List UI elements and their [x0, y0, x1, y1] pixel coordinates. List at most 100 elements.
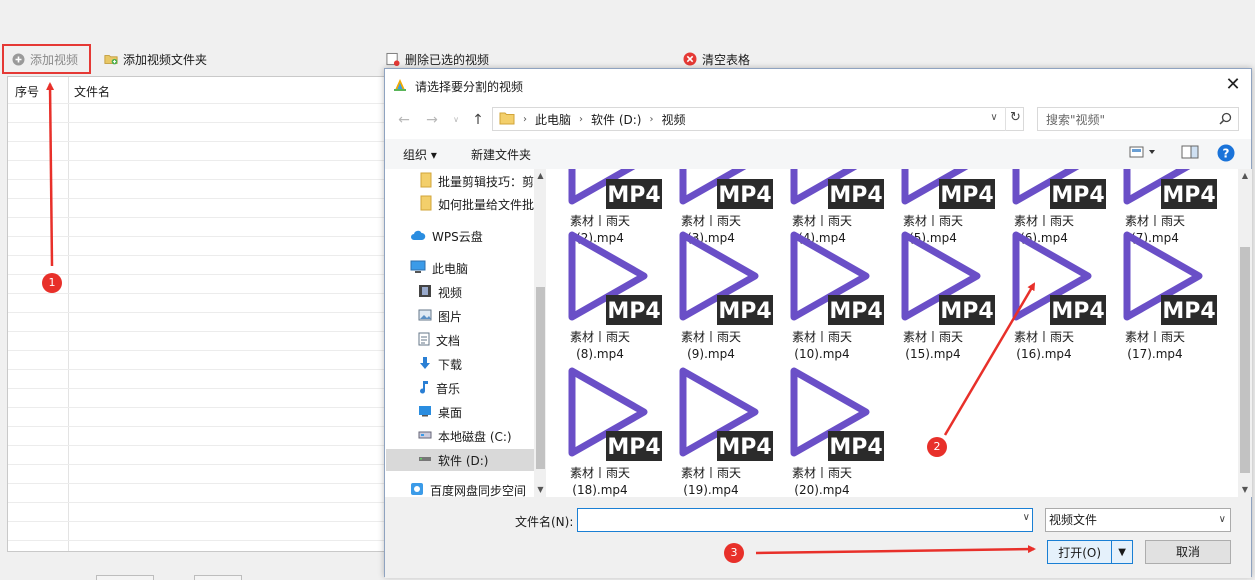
row-divider: [8, 217, 396, 218]
nav-label: 批量剪辑技巧：剪: [438, 174, 534, 189]
cancel-button[interactable]: 取消: [1145, 540, 1231, 564]
file-item[interactable]: MP4 素材丨雨天 (19).mp4: [659, 365, 773, 497]
nav-item-drive-d[interactable]: 软件 (D:): [386, 449, 534, 471]
open-button[interactable]: 打开(O) ▼: [1047, 540, 1133, 564]
mp4-play-icon: MP4: [901, 231, 995, 325]
organize-menu[interactable]: 组织 ▾: [403, 146, 437, 163]
row-divider: [8, 350, 396, 351]
open-dropdown-icon[interactable]: ▼: [1112, 547, 1132, 558]
scroll-down-icon[interactable]: ▼: [534, 485, 546, 494]
computer-icon: [410, 260, 426, 277]
new-folder-button[interactable]: 新建文件夹: [471, 146, 531, 163]
file-item[interactable]: MP4 素材丨雨天 (9).mp4: [659, 229, 773, 365]
nav-item-wps-cloud[interactable]: WPS云盘: [386, 225, 534, 247]
row-divider: [8, 122, 396, 123]
file-item[interactable]: MP4 素材丨雨天 (17).mp4: [1103, 229, 1217, 365]
baidu-cloud-icon: [410, 482, 424, 498]
address-bar[interactable]: › 此电脑 › 软件 (D:) › 视频: [492, 107, 1024, 131]
filename-input[interactable]: ∨: [577, 508, 1033, 532]
nav-item-quick-folder-1[interactable]: 批量剪辑技巧：剪: [386, 170, 534, 192]
forward-arrow-icon[interactable]: →: [423, 110, 441, 130]
mp4-badge: MP4: [829, 299, 882, 324]
file-name-line1: 素材丨雨天: [1013, 214, 1074, 228]
breadcrumb-drive-d[interactable]: 软件 (D:): [591, 111, 641, 128]
nav-item-documents[interactable]: 文档: [386, 329, 534, 351]
nav-label: 如何批量给文件批: [438, 197, 534, 212]
file-list-view[interactable]: MP4 素材丨雨天 (2).mp4 MP4 素材丨雨天 (3).mp4 MP4 素材丨雨天 (4…: [548, 169, 1236, 497]
mp4-play-icon: MP4: [568, 367, 662, 461]
navigation-pane[interactable]: 批量剪辑技巧：剪 如何批量给文件批 WPS云盘 此电脑 视频 图片 文档 下载: [386, 169, 546, 497]
up-arrow-icon[interactable]: ↑: [469, 110, 487, 130]
scroll-up-icon[interactable]: ▲: [1238, 171, 1252, 180]
mp4-play-icon: MP4: [790, 169, 884, 209]
back-arrow-icon[interactable]: ←: [395, 110, 413, 130]
file-item[interactable]: MP4 素材丨雨天 (20).mp4: [770, 365, 884, 497]
nav-item-this-pc[interactable]: 此电脑: [386, 257, 534, 279]
row-divider: [8, 521, 396, 522]
column-header-index: 序号: [15, 85, 40, 99]
mp4-badge: MP4: [1051, 299, 1104, 324]
breadcrumb-this-pc[interactable]: 此电脑: [535, 111, 571, 128]
scroll-up-icon[interactable]: ▲: [534, 171, 546, 180]
row-divider: [8, 255, 396, 256]
mp4-play-icon: MP4: [679, 231, 773, 325]
close-icon[interactable]: ✕: [1223, 75, 1243, 95]
breadcrumb-videos[interactable]: 视频: [661, 111, 685, 128]
mp4-badge: MP4: [718, 183, 771, 208]
picture-icon: [418, 309, 432, 324]
add-folder-label: 添加视频文件夹: [123, 52, 208, 67]
nav-label: 视频: [438, 285, 463, 300]
nav-item-drive-c[interactable]: 本地磁盘 (C:): [386, 425, 534, 447]
file-item[interactable]: MP4 素材丨雨天 (15).mp4: [881, 229, 995, 365]
mp4-badge: MP4: [718, 299, 771, 324]
file-type-select[interactable]: 视频文件 ∨: [1045, 508, 1231, 532]
recent-dropdown-icon[interactable]: ∨: [447, 110, 465, 130]
scroll-down-icon[interactable]: ▼: [1238, 485, 1252, 494]
bottom-control[interactable]: [194, 575, 242, 580]
nav-item-videos[interactable]: 视频: [386, 281, 534, 303]
mp4-play-icon: MP4: [679, 169, 773, 209]
file-scrollbar[interactable]: ▲ ▼: [1238, 169, 1252, 497]
file-name-line1: 素材丨雨天: [1124, 214, 1185, 228]
add-video-button[interactable]: 添加视频: [2, 44, 91, 74]
file-name-line1: 素材丨雨天: [1013, 330, 1074, 344]
bottom-control[interactable]: [96, 575, 154, 580]
address-dropdown-icon[interactable]: ∨: [985, 107, 1003, 131]
nav-label: 文档: [436, 333, 461, 348]
file-name-line1: 素材丨雨天: [569, 214, 630, 228]
document-icon: [418, 332, 430, 349]
add-folder-button[interactable]: 添加视频文件夹: [104, 44, 207, 74]
refresh-icon[interactable]: ↻: [1005, 107, 1025, 131]
help-icon[interactable]: ?: [1217, 144, 1235, 165]
mp4-play-icon: MP4: [1123, 169, 1217, 209]
drive-icon: [418, 453, 432, 468]
mp4-badge: MP4: [607, 299, 660, 324]
column-header-filename: 文件名: [74, 85, 111, 99]
view-mode-icon[interactable]: [1129, 144, 1159, 163]
clear-table-label: 清空表格: [702, 52, 751, 67]
file-name: 素材丨雨天 (18).mp4: [548, 465, 652, 497]
scroll-thumb[interactable]: [1240, 247, 1250, 473]
nav-item-quick-folder-2[interactable]: 如何批量给文件批: [386, 193, 534, 215]
search-input[interactable]: 搜索"视频": [1037, 107, 1239, 131]
preview-pane-icon[interactable]: [1181, 144, 1199, 163]
chevron-down-icon[interactable]: ∨: [1023, 512, 1030, 523]
mp4-badge: MP4: [607, 183, 660, 208]
row-divider: [8, 369, 396, 370]
nav-scrollbar[interactable]: ▲ ▼: [534, 169, 546, 497]
file-item[interactable]: MP4 素材丨雨天 (10).mp4: [770, 229, 884, 365]
file-item[interactable]: MP4 素材丨雨天 (8).mp4: [548, 229, 662, 365]
nav-item-baidu-sync[interactable]: 百度网盘同步空间: [386, 479, 534, 497]
nav-item-pictures[interactable]: 图片: [386, 305, 534, 327]
row-divider: [8, 198, 396, 199]
nav-item-downloads[interactable]: 下载: [386, 353, 534, 375]
address-row: ← → ∨ ↑ › 此电脑 › 软件 (D:) › 视频 ∨ ↻ 搜索"视频": [385, 105, 1251, 135]
file-item[interactable]: MP4 素材丨雨天 (16).mp4: [992, 229, 1106, 365]
file-name-line1: 素材丨雨天: [902, 330, 963, 344]
scroll-thumb[interactable]: [536, 287, 545, 469]
dialog-title: 请选择要分割的视频: [415, 79, 524, 94]
nav-item-music[interactable]: 音乐: [386, 377, 534, 399]
nav-item-desktop[interactable]: 桌面: [386, 401, 534, 423]
video-table[interactable]: 序号 文件名: [7, 76, 397, 552]
file-item[interactable]: MP4 素材丨雨天 (18).mp4: [548, 365, 662, 497]
